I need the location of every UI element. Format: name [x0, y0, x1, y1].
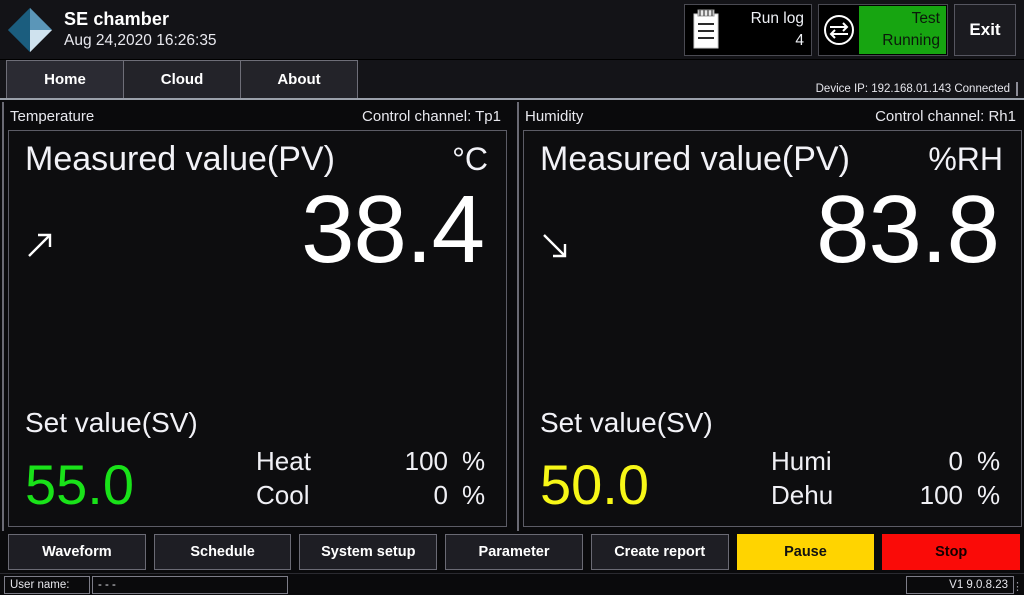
tab-cloud[interactable]: Cloud	[123, 60, 241, 98]
tab-home-label: Home	[44, 71, 86, 88]
humidity-dehu-row: Dehu 100 %	[649, 478, 1003, 512]
humidity-pv-value: 83.8	[816, 176, 1000, 283]
tab-home[interactable]: Home	[6, 60, 124, 98]
humidity-control-channel: Control channel: Rh1	[875, 107, 1016, 125]
test-status-line1: Test	[911, 10, 940, 27]
status-bar: User name: - - - V1 9.0.8.23 ⋮	[0, 573, 1024, 595]
temperature-panel-title: Temperature	[10, 107, 95, 125]
run-log-label: Run log	[750, 10, 804, 27]
system-setup-label: System setup	[321, 544, 416, 560]
device-connection-info: Device IP: 192.168.01.143 Connected	[816, 82, 1018, 96]
user-name-value: - - -	[92, 575, 288, 594]
schedule-button[interactable]: Schedule	[153, 534, 292, 570]
pause-label: Pause	[784, 544, 827, 560]
datetime-display: Aug 24,2020 16:26:35	[64, 32, 217, 49]
test-status-line2: Running	[882, 32, 940, 49]
arrow-up-right-icon	[28, 233, 52, 257]
humidity-dehu-unit: %	[977, 480, 1001, 510]
humidity-sv-row: 50.0 Humi 0 % Dehu 100 %	[524, 444, 1021, 526]
humidity-output-table: Humi 0 % Dehu 100 %	[649, 444, 1003, 516]
temperature-sv-row: 55.0 Heat 100 % Cool 0 %	[9, 444, 506, 526]
tab-cloud-label: Cloud	[160, 71, 204, 88]
tab-bar: Home Cloud About Device IP: 192.168.01.1…	[0, 60, 1024, 100]
create-report-label: Create report	[614, 544, 706, 560]
temperature-pv-row: Measured value(PV) °C	[9, 131, 506, 181]
temperature-pv-value: 38.4	[301, 176, 485, 283]
temperature-cool-value: 0	[433, 480, 448, 510]
waveform-label: Waveform	[42, 544, 112, 560]
action-button-bar: Waveform Schedule System setup Parameter…	[0, 531, 1024, 573]
stop-label: Stop	[935, 544, 968, 560]
humidity-humi-label: Humi	[771, 446, 832, 476]
temperature-panel: Temperature Control channel: Tp1 Measure…	[2, 102, 507, 531]
exit-button[interactable]: Exit	[954, 4, 1016, 56]
temperature-pv-value-row: 38.4	[9, 176, 506, 420]
resize-grip-icon[interactable]: ⋮	[1012, 580, 1023, 593]
arrow-down-right-icon	[543, 234, 567, 258]
system-setup-button[interactable]: System setup	[299, 534, 438, 570]
temperature-heat-unit: %	[462, 446, 486, 476]
run-log-button[interactable]: Run log 4	[684, 4, 812, 56]
tab-list: Home Cloud About	[0, 60, 358, 98]
humidity-sv-value[interactable]: 50.0	[540, 454, 649, 516]
humidity-panel-title: Humidity	[525, 107, 584, 125]
exit-label: Exit	[969, 20, 1001, 39]
humidity-panel: Humidity Control channel: Rh1 Measured v…	[517, 102, 1022, 531]
run-log-count: 4	[795, 32, 804, 49]
schedule-label: Schedule	[190, 544, 255, 560]
main-content: Temperature Control channel: Tp1 Measure…	[0, 100, 1024, 531]
application-window: SE chamber Aug 24,2020 16:26:35 Run log	[0, 0, 1024, 595]
temperature-panel-header: Temperature Control channel: Tp1	[8, 102, 507, 130]
clipboard-icon	[693, 9, 719, 49]
humidity-humi-unit: %	[977, 446, 1001, 476]
test-status-button[interactable]: Test Running	[818, 4, 948, 56]
waveform-button[interactable]: Waveform	[8, 534, 146, 570]
parameter-button[interactable]: Parameter	[445, 534, 583, 570]
parameter-label: Parameter	[478, 544, 550, 560]
humidity-panel-header: Humidity Control channel: Rh1	[523, 102, 1022, 130]
pause-button[interactable]: Pause	[736, 534, 875, 570]
version-label: V1 9.0.8.23	[906, 575, 1014, 594]
temperature-heat-value: 100	[404, 446, 448, 476]
title-block: SE chamber Aug 24,2020 16:26:35	[60, 0, 678, 59]
humidity-pv-row: Measured value(PV) %RH	[524, 131, 1021, 181]
header-actions: Run log 4 Test Running Exit	[678, 0, 1024, 60]
exchange-arrows-icon	[824, 15, 854, 45]
test-status-indicator: Test Running	[859, 6, 946, 54]
user-name-label: User name:	[4, 575, 90, 594]
humidity-dehu-label: Dehu	[771, 480, 834, 510]
temperature-heat-row: Heat 100 %	[134, 444, 488, 478]
tab-about-label: About	[277, 71, 321, 88]
temperature-cool-unit: %	[462, 480, 486, 510]
temperature-readout[interactable]: Measured value(PV) °C 38.4 Set value(SV)…	[8, 130, 507, 527]
humidity-readout[interactable]: Measured value(PV) %RH 83.8 Set value(SV…	[523, 130, 1022, 527]
title-bar: SE chamber Aug 24,2020 16:26:35 Run log	[0, 0, 1024, 60]
humidity-humi-value: 0	[948, 446, 963, 476]
temperature-sv-value[interactable]: 55.0	[25, 454, 134, 516]
humidity-dehu-value: 100	[919, 480, 963, 510]
diamond-logo-icon	[7, 7, 53, 53]
create-report-button[interactable]: Create report	[590, 534, 729, 570]
humidity-pv-value-row: 83.8	[524, 176, 1021, 420]
app-title: SE chamber	[64, 9, 170, 29]
app-logo	[0, 0, 60, 60]
humidity-humi-row: Humi 0 %	[649, 444, 1003, 478]
stop-button[interactable]: Stop	[882, 534, 1021, 570]
temperature-output-table: Heat 100 % Cool 0 %	[134, 444, 488, 516]
tab-about[interactable]: About	[240, 60, 358, 98]
temperature-heat-label: Heat	[256, 446, 311, 476]
run-log-text: Run log 4	[723, 5, 811, 55]
temperature-control-channel: Control channel: Tp1	[362, 107, 501, 125]
temperature-cool-row: Cool 0 %	[134, 478, 488, 512]
temperature-cool-label: Cool	[256, 480, 310, 510]
